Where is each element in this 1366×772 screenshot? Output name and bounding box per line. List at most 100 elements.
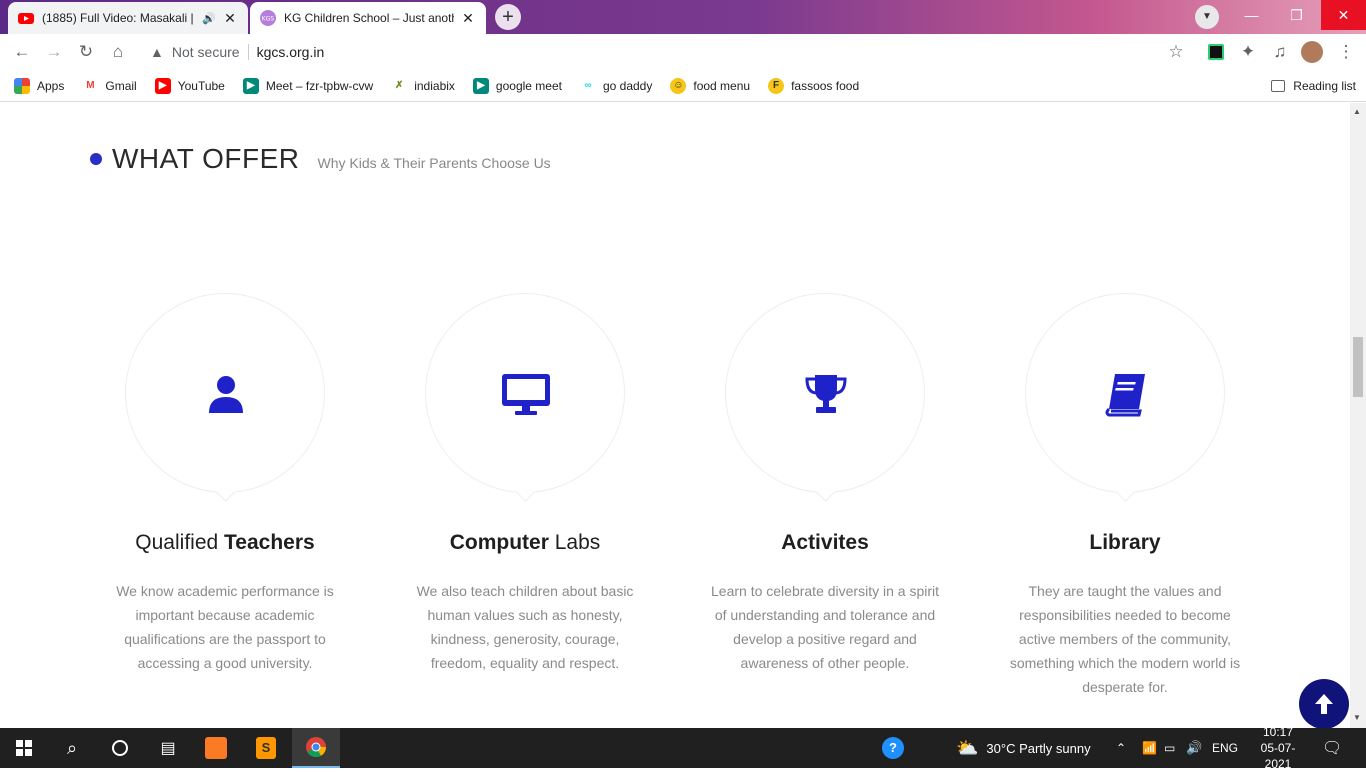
- speaker-icon[interactable]: 🔊: [202, 12, 216, 25]
- bookmark-faasos[interactable]: F fassoos food: [768, 77, 859, 94]
- volume-icon[interactable]: 🔊: [1186, 728, 1202, 768]
- bookmark-godaddy[interactable]: ∞ go daddy: [580, 78, 652, 94]
- sublime-icon[interactable]: S: [242, 728, 290, 768]
- chrome-icon: [306, 737, 327, 758]
- icon-circle: [1025, 293, 1225, 493]
- media-control-icon[interactable]: ♫: [1268, 40, 1292, 64]
- close-tab-icon[interactable]: ✕: [222, 10, 238, 27]
- feature-library: Library They are taught the values and r…: [975, 293, 1275, 699]
- scroll-to-top-button[interactable]: [1299, 679, 1349, 728]
- weather-text: 30°C Partly sunny: [986, 740, 1091, 756]
- apps-grid-icon: [14, 77, 30, 94]
- scroll-up-icon[interactable]: ▲: [1353, 107, 1361, 116]
- extension-icon[interactable]: [1204, 40, 1228, 64]
- reading-list-icon: [1271, 79, 1286, 92]
- feature-title: Activites: [781, 531, 869, 554]
- feature-teachers: Qualified Teachers We know academic perf…: [75, 293, 375, 675]
- scrollbar-thumb[interactable]: [1353, 337, 1363, 397]
- security-label[interactable]: Not secure: [172, 44, 240, 60]
- tab-search-icon[interactable]: ▼: [1195, 5, 1219, 29]
- menu-icon[interactable]: ⋮: [1334, 40, 1358, 64]
- bookmark-star-icon[interactable]: ☆: [1164, 40, 1188, 64]
- xampp-icon[interactable]: [192, 728, 240, 768]
- language-indicator[interactable]: ENG: [1212, 728, 1238, 768]
- gmail-icon: M: [86, 79, 95, 91]
- food-icon: ☺: [670, 77, 687, 94]
- windows-icon: [16, 740, 32, 756]
- warning-icon[interactable]: ▲: [150, 44, 164, 60]
- address-bar[interactable]: ▲ Not secure kgcs.org.in: [140, 38, 1200, 66]
- indiabix-icon: ✗: [395, 79, 404, 91]
- scroll-down-icon[interactable]: ▼: [1353, 713, 1361, 722]
- feature-title: Qualified Teachers: [135, 531, 315, 554]
- network-icon[interactable]: 📶: [1142, 728, 1157, 768]
- feature-computer-labs: Computer Labs We also teach children abo…: [375, 293, 675, 675]
- reading-list-label: Reading list: [1293, 78, 1356, 93]
- icon-circle: [125, 293, 325, 493]
- close-tab-icon[interactable]: ✕: [460, 10, 476, 27]
- cortana-icon[interactable]: [96, 728, 144, 768]
- clock[interactable]: 10:17 05-07-2021: [1250, 725, 1306, 771]
- task-view-icon[interactable]: ▤: [144, 728, 192, 768]
- chrome-taskbar-icon[interactable]: [292, 728, 340, 768]
- minimize-button[interactable]: —: [1229, 0, 1274, 30]
- windows-taskbar: ⌕ ▤ S ? ⛅ 30°C Partly sunny ⌃ 📶 ▭ 🔊 ENG …: [0, 725, 1366, 771]
- avatar[interactable]: [1301, 41, 1323, 63]
- bookmark-label: Meet – fzr-tpbw-cvw: [265, 78, 374, 93]
- section-header: WHAT OFFER Why Kids & Their Parents Choo…: [90, 143, 551, 175]
- close-window-button[interactable]: ✕: [1321, 0, 1366, 30]
- bookmark-google-meet[interactable]: ▶ google meet: [472, 77, 562, 94]
- arrow-up-icon: [1315, 694, 1333, 714]
- notifications-icon[interactable]: 🗨: [1322, 728, 1342, 768]
- user-icon: [209, 376, 243, 413]
- forward-icon[interactable]: →: [42, 40, 66, 64]
- show-hidden-icons[interactable]: ⌃: [1116, 728, 1126, 768]
- extensions-puzzle-icon[interactable]: ✦: [1236, 40, 1260, 64]
- new-tab-button[interactable]: +: [495, 4, 521, 30]
- book-icon: [1105, 374, 1145, 417]
- bullet-dot: [90, 153, 102, 165]
- trophy-icon: [805, 375, 847, 413]
- help-icon[interactable]: ?: [882, 728, 904, 768]
- feature-description: We know academic performance is importan…: [116, 583, 334, 671]
- godaddy-icon: ∞: [584, 79, 592, 91]
- weather-widget[interactable]: ⛅ 30°C Partly sunny: [956, 728, 1091, 768]
- url-text[interactable]: kgcs.org.in: [257, 44, 325, 60]
- section-title: WHAT OFFER: [112, 143, 300, 174]
- bookmark-apps[interactable]: Apps: [14, 77, 65, 94]
- icon-circle: [725, 293, 925, 493]
- meet-icon: ▶: [242, 77, 259, 94]
- bookmark-youtube[interactable]: ▶ YouTube: [154, 77, 225, 94]
- youtube-icon: ▶: [154, 77, 171, 94]
- bookmark-label: food menu: [693, 78, 751, 93]
- feature-description: Learn to celebrate diversity in a spirit…: [711, 583, 939, 671]
- back-icon[interactable]: ←: [10, 40, 34, 64]
- tab-title: KG Children School – Just another WordPr…: [284, 11, 454, 25]
- svg-text:KGS: KGS: [262, 16, 275, 23]
- restore-button[interactable]: ❐: [1274, 0, 1319, 30]
- feature-description: We also teach children about basic human…: [416, 583, 634, 671]
- bookmark-indiabix[interactable]: ✗ indiabix: [391, 78, 455, 94]
- web-page: WHAT OFFER Why Kids & Their Parents Choo…: [0, 103, 1350, 728]
- scrollbar[interactable]: ▲ ▼: [1350, 103, 1366, 728]
- section-subtitle: Why Kids & Their Parents Choose Us: [317, 155, 551, 171]
- start-button[interactable]: [0, 728, 48, 768]
- clock-time: 10:17: [1262, 725, 1294, 739]
- faasos-icon: F: [768, 77, 785, 94]
- clock-date: 05-07-2021: [1260, 741, 1296, 771]
- tab-youtube[interactable]: (1885) Full Video: Masakali | Delhi-6 🔊 …: [8, 2, 248, 34]
- toolbar: ← → ↻ ⌂ ▲ Not secure kgcs.org.in ☆ ✦ ♫ ⋮: [0, 34, 1366, 70]
- battery-icon[interactable]: ▭: [1164, 728, 1175, 768]
- reading-list-button[interactable]: Reading list: [1271, 79, 1356, 93]
- bookmark-meet[interactable]: ▶ Meet – fzr-tpbw-cvw: [242, 77, 374, 94]
- bookmarks-bar: Apps M Gmail ▶ YouTube ▶ Meet – fzr-tpbw…: [0, 70, 1366, 102]
- bookmark-label: Apps: [37, 78, 65, 93]
- tab-kg-school[interactable]: KGS KG Children School – Just another Wo…: [250, 2, 486, 34]
- search-icon[interactable]: ⌕: [48, 728, 96, 768]
- bookmark-food-menu[interactable]: ☺ food menu: [670, 77, 751, 94]
- reload-icon[interactable]: ↻: [74, 40, 98, 64]
- divider: [247, 44, 249, 60]
- home-icon[interactable]: ⌂: [106, 40, 130, 64]
- bookmark-gmail[interactable]: M Gmail: [82, 78, 137, 94]
- feature-title: Library: [1089, 531, 1161, 554]
